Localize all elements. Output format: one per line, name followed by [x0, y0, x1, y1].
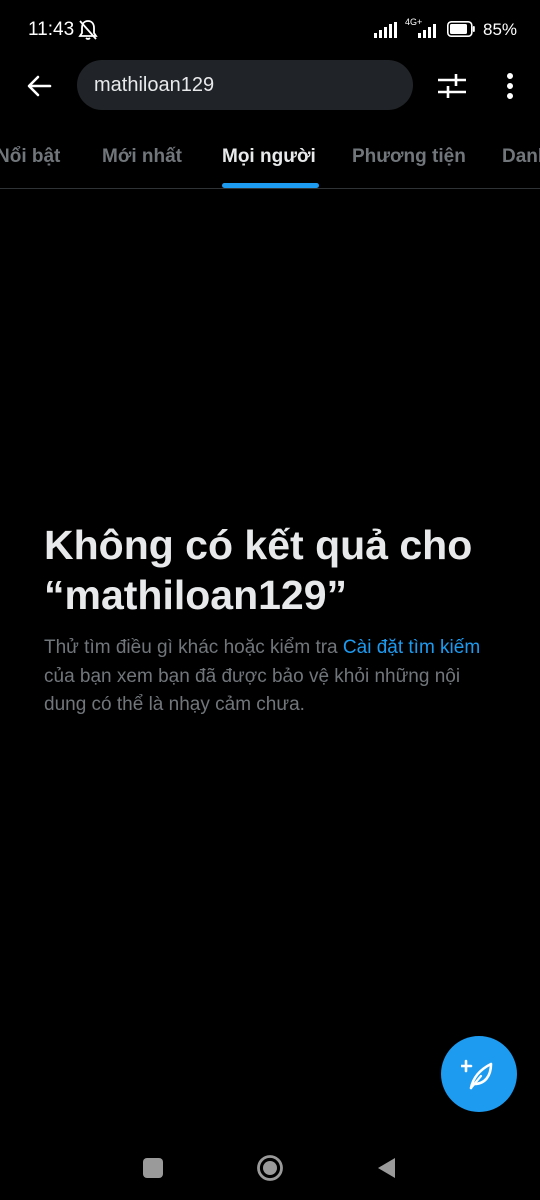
empty-state-text-1: Thử tìm điều gì khác hoặc kiểm tra [44, 637, 343, 658]
more-options-button[interactable] [498, 70, 522, 102]
tab-people[interactable]: Mọi người [222, 146, 316, 168]
search-header: mathiloan129 [0, 60, 540, 112]
empty-state-title: Không có kết quả cho “mathiloan129” [44, 522, 473, 618]
battery-icon [447, 21, 475, 37]
compose-post-button[interactable] [441, 1036, 517, 1112]
signal-strength-2-icon [418, 24, 436, 38]
empty-state-text-2: của bạn xem bạn đã được bảo vệ khỏi nhữn… [44, 665, 461, 716]
tab-top[interactable]: Nổi bật [0, 146, 60, 168]
active-tab-indicator [222, 183, 319, 188]
back-button[interactable] [22, 70, 56, 102]
recent-apps-button[interactable] [143, 1158, 163, 1178]
system-navigation-bar [0, 1136, 540, 1200]
search-tabs: Nổi bật Mới nhất Mọi người Phương tiện D… [0, 130, 540, 189]
notifications-off-icon [78, 20, 98, 40]
more-vertical-icon [507, 73, 513, 99]
search-query: mathiloan129 [94, 74, 215, 96]
tab-latest[interactable]: Mới nhất [102, 146, 182, 168]
compose-feather-icon [461, 1059, 493, 1090]
status-time: 11:43 [28, 19, 75, 40]
filter-sliders-icon[interactable] [436, 72, 468, 100]
signal-strength-icon [374, 22, 397, 38]
search-settings-link[interactable]: Cài đặt tìm kiếm [343, 637, 480, 658]
battery-percent: 85% [483, 20, 518, 39]
status-bar: 11:43 4G+ 85% [0, 0, 540, 60]
arrow-left-icon [27, 75, 52, 97]
tab-lists[interactable]: Danh sách [502, 146, 540, 168]
search-input[interactable]: mathiloan129 [77, 60, 413, 110]
empty-state-description: Thử tìm điều gì khác hoặc kiểm tra Cài đ… [44, 634, 494, 720]
nav-back-button[interactable] [376, 1156, 396, 1180]
screen: 11:43 4G+ 85% mathiloan129 Nổi bật Mới n… [0, 0, 540, 1200]
home-button[interactable] [256, 1154, 284, 1182]
tab-media[interactable]: Phương tiện [352, 146, 466, 168]
